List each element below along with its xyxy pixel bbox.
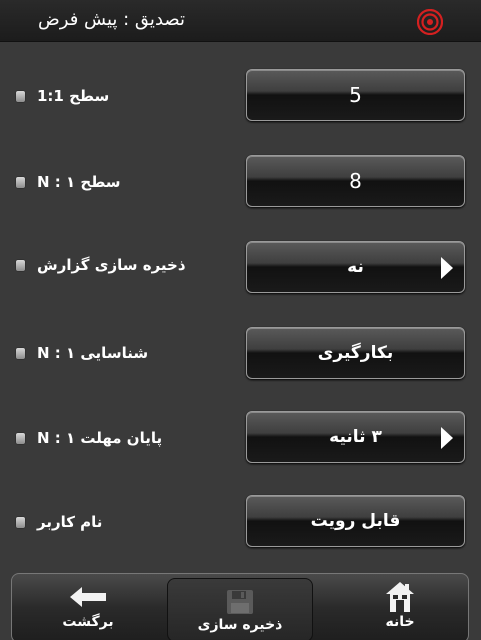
level-1-1-value-button[interactable]: 5	[246, 69, 465, 121]
page-title: تصدیق : پیش فرض	[38, 9, 186, 30]
setting-value: بکارگیری	[317, 343, 394, 363]
bullet-icon	[16, 90, 25, 102]
setting-value: 5	[349, 83, 362, 107]
setting-label-text: سطح 1:1	[37, 87, 110, 105]
setting-value: 8	[349, 169, 362, 193]
setting-label-save-log: ذخیره سازی گزارش	[16, 253, 186, 277]
target-logo-icon	[417, 9, 443, 35]
bullet-icon	[16, 347, 25, 359]
setting-label-text: سطح N : ۱	[37, 173, 121, 191]
home-label: خانه	[385, 614, 415, 630]
bottom-nav-bar: برگشت ذخیره سازی خانه	[11, 573, 469, 640]
setting-label-timeout-1-n: پایان مهلت N : ۱	[16, 426, 162, 450]
home-icon	[385, 582, 415, 612]
setting-value: قابل رویت	[310, 511, 401, 531]
setting-value: ۳ ثانیه	[329, 427, 382, 447]
floppy-disk-icon	[226, 587, 254, 617]
setting-label-identify-1-n: شناسایی N : ۱	[16, 341, 148, 365]
home-button[interactable]: خانه	[330, 574, 470, 640]
arrow-right-icon	[441, 257, 453, 279]
arrow-right-icon	[441, 427, 453, 449]
setting-label-level-1-n: سطح N : ۱	[16, 170, 121, 194]
save-log-value-button[interactable]: نه	[246, 241, 465, 293]
user-name-value-button[interactable]: قابل رویت	[246, 495, 465, 547]
setting-label-text: پایان مهلت N : ۱	[37, 429, 163, 447]
bullet-icon	[16, 259, 25, 271]
timeout-1-n-value-button[interactable]: ۳ ثانیه	[246, 411, 465, 463]
setting-label-level-1-1: سطح 1:1	[16, 84, 109, 108]
level-1-n-value-button[interactable]: 8	[246, 155, 465, 207]
save-label: ذخیره سازی	[197, 617, 283, 633]
setting-label-text: نام کاربر	[37, 513, 103, 531]
back-arrow-icon	[68, 582, 108, 612]
back-button[interactable]: برگشت	[18, 574, 158, 640]
title-bar: تصدیق : پیش فرض	[0, 0, 481, 42]
bullet-icon	[16, 516, 25, 528]
bullet-icon	[16, 432, 25, 444]
setting-label-user-name: نام کاربر	[16, 510, 102, 534]
setting-label-text: ذخیره سازی گزارش	[37, 256, 186, 274]
setting-value: نه	[347, 257, 364, 277]
identify-1-n-value-button[interactable]: بکارگیری	[246, 327, 465, 379]
save-button[interactable]: ذخیره سازی	[167, 578, 313, 640]
back-label: برگشت	[62, 614, 114, 630]
setting-label-text: شناسایی N : ۱	[37, 344, 149, 362]
bullet-icon	[16, 176, 25, 188]
